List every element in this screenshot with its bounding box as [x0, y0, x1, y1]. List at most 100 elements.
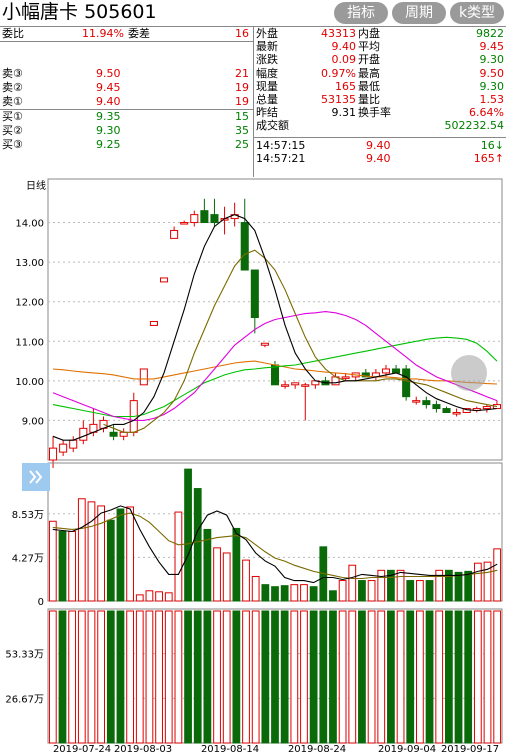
volume-bar	[213, 547, 221, 602]
candle	[301, 384, 310, 387]
indicator-bar	[145, 610, 154, 744]
ask-row-1[interactable]: 卖① 9.40 19	[0, 96, 253, 108]
candle	[341, 376, 350, 379]
y-tick-label: 12.00	[15, 298, 44, 309]
bid-row-1[interactable]: 买① 9.35 15	[0, 111, 253, 123]
bid-price: 9.30	[96, 124, 121, 137]
quote-label: 内盘	[358, 27, 380, 40]
candle	[59, 443, 68, 453]
double-chevron-right-icon	[29, 470, 43, 484]
y-tick-label: 14.00	[15, 219, 44, 230]
volume-bar	[184, 468, 192, 602]
divider	[254, 137, 506, 138]
quote-label: 最低	[358, 79, 380, 93]
quote-label: 幅度	[256, 66, 278, 80]
x-tick-label: 2019-09-17	[441, 744, 499, 755]
candle	[281, 384, 290, 387]
indicator-bar	[483, 610, 492, 744]
volume-bar	[116, 508, 125, 602]
indicator-bar	[155, 610, 163, 744]
quote-label: 现量	[256, 79, 278, 93]
quote-value: 9.30	[479, 53, 505, 67]
volume-bar	[193, 488, 202, 602]
wei-bi-row: 委比 11.94% 委差 16	[0, 28, 253, 40]
quote-row: 昨结 9.31 换手率 6.64%	[254, 107, 506, 119]
volume-bar	[251, 575, 260, 602]
period-label: 日线	[26, 179, 46, 192]
indicator-bar	[454, 610, 463, 744]
indicator-bar	[77, 610, 86, 744]
x-tick-label: 2019-07-24	[53, 744, 111, 755]
ask-label: 卖①	[2, 95, 23, 108]
indicator-bar	[358, 610, 366, 744]
indicator-bar	[425, 610, 434, 744]
indicator-button[interactable]: 指标	[334, 2, 388, 24]
wei-bi-value: 11.94%	[82, 27, 124, 40]
indicator-bar	[251, 610, 260, 744]
candle	[392, 368, 401, 374]
y-tick-label: 4.27万	[12, 553, 44, 564]
candle	[452, 412, 461, 415]
volume-bar	[58, 530, 67, 602]
ask-price: 9.45	[96, 81, 121, 94]
volume-bar	[406, 580, 415, 602]
ask-row-2[interactable]: 卖② 9.45 19	[0, 82, 253, 94]
candle	[69, 439, 78, 449]
volume-bar	[473, 562, 482, 602]
bid-label: 买③	[2, 138, 23, 151]
period-button[interactable]: 周期	[392, 2, 446, 24]
quote-label: 总量	[256, 93, 278, 106]
volume-bar	[454, 571, 463, 602]
indicator-bar	[213, 610, 221, 744]
kline-chart-area[interactable]: 日线 14.00 13.00 12.00 11.00 10.00 9.00 8.53万 4.2…	[0, 177, 506, 755]
candle	[200, 210, 209, 224]
candle	[190, 214, 199, 224]
ask-volume: 19	[235, 81, 249, 94]
quote-value: 9.45	[479, 40, 505, 54]
crosshair-toggle-button[interactable]	[451, 355, 487, 391]
bid-row-2[interactable]: 买② 9.30 35	[0, 125, 253, 137]
volume-bar	[280, 585, 289, 602]
indicator-bar	[416, 610, 424, 744]
tick-time: 14:57:15	[256, 139, 306, 152]
volume-bar	[155, 591, 163, 602]
expand-button[interactable]	[22, 463, 50, 491]
indicator-bar	[435, 610, 444, 744]
candle	[402, 368, 411, 398]
wei-cha-label: 委差	[128, 27, 150, 40]
bid-volume: 35	[235, 124, 249, 137]
quote-label: 换手率	[358, 106, 391, 120]
quote-label: 外盘	[256, 27, 278, 40]
volume-bar	[329, 590, 337, 602]
tick-row: 14:57:21 9.40 165↑	[254, 153, 506, 165]
candle	[482, 406, 491, 410]
candle	[159, 277, 169, 283]
quote-label: 开盘	[358, 53, 380, 67]
indicator-bar	[203, 610, 212, 744]
indicator-bar	[338, 610, 347, 744]
volume-bar	[367, 580, 376, 602]
quote-value: 43313	[321, 27, 356, 40]
k-type-button[interactable]: k类型	[450, 2, 504, 24]
candle	[79, 427, 88, 441]
volume-bar	[300, 584, 308, 602]
bid-row-3[interactable]: 买③ 9.25 25	[0, 139, 253, 151]
indicator-bar	[387, 610, 395, 744]
indicator-bar	[261, 610, 270, 744]
candle	[412, 400, 421, 403]
volume-bar	[425, 580, 434, 602]
volume-bar	[232, 527, 241, 602]
volume-bar	[377, 569, 386, 602]
quote-label: 量比	[358, 93, 380, 106]
candle	[250, 269, 259, 319]
indicator-bar	[48, 610, 57, 744]
ask-row-3[interactable]: 卖③ 9.50 21	[0, 68, 253, 80]
volume-bar	[164, 592, 173, 602]
tick-volume: 165↑	[473, 152, 504, 165]
volume-bar	[68, 530, 77, 602]
quote-label: 涨跌	[256, 53, 278, 67]
indicator-bar	[135, 610, 144, 744]
wei-cha-value: 16	[235, 27, 249, 40]
ask-label: 卖③	[2, 67, 23, 80]
quote-value: 1.53	[479, 93, 505, 106]
